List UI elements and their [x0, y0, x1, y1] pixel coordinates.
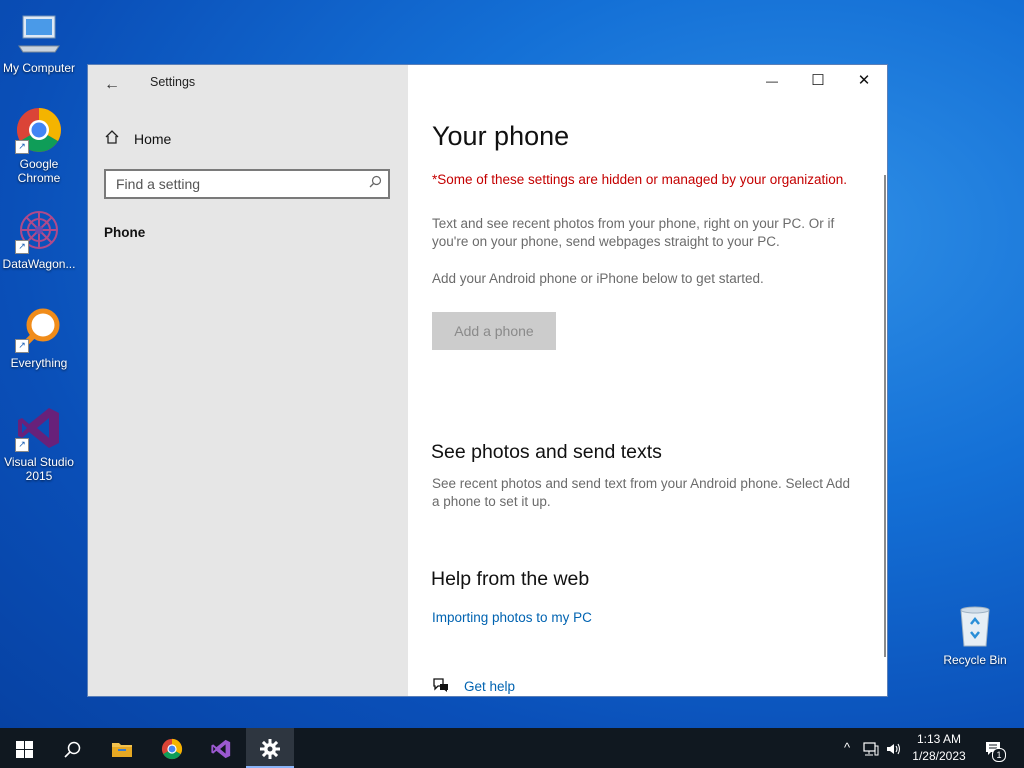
window-title: Settings: [150, 75, 196, 89]
intro-text: Text and see recent photos from your pho…: [432, 216, 835, 249]
chat-help-icon: [432, 677, 450, 696]
action-center-button[interactable]: 1: [980, 728, 1008, 768]
start-button[interactable]: [0, 728, 48, 768]
shortcut-arrow-icon: ↗: [15, 339, 29, 353]
search-input[interactable]: [106, 171, 376, 197]
importing-photos-link[interactable]: Importing photos to my PC: [432, 610, 592, 625]
taskbar: ^ 1:13 AM 1/28/2023 1: [0, 728, 1024, 768]
magnifier-icon: ↗: [15, 305, 63, 353]
desktop-icon-visual-studio[interactable]: ↗ Visual Studio 2015: [0, 404, 78, 483]
tray-chevron-up-icon[interactable]: ^: [838, 728, 856, 768]
chrome-icon: ↗: [15, 106, 63, 154]
back-arrow-icon: ←: [104, 76, 120, 93]
network-icon[interactable]: [860, 728, 882, 768]
taskbar-search-button[interactable]: [48, 728, 96, 768]
close-button[interactable]: ✕: [841, 65, 887, 97]
taskbar-file-explorer[interactable]: [98, 728, 146, 768]
minimize-icon: —: [766, 74, 778, 88]
sidebar-item-phone[interactable]: Phone: [104, 225, 145, 240]
visual-studio-icon: ↗: [15, 404, 63, 452]
volume-icon[interactable]: [884, 728, 904, 768]
desktop-icon-recycle-bin[interactable]: Recycle Bin: [936, 602, 1014, 667]
datawagon-icon: ↗: [15, 206, 63, 254]
clock-date: 1/28/2023: [912, 749, 966, 763]
section-photos-title: See photos and send texts: [431, 441, 662, 463]
settings-sidebar: ← Settings Home Phone: [88, 65, 408, 696]
taskbar-clock[interactable]: 1:13 AM 1/28/2023: [905, 731, 973, 765]
chrome-icon: [161, 738, 183, 760]
windows-logo-icon: [15, 738, 33, 758]
back-button[interactable]: ←: [100, 73, 124, 97]
taskbar-visual-studio[interactable]: [197, 728, 245, 768]
scrollbar[interactable]: [884, 175, 886, 657]
shortcut-arrow-icon: ↗: [15, 240, 29, 254]
desktop-icon-everything[interactable]: ↗ Everything: [0, 305, 78, 370]
add-phone-button[interactable]: Add a phone: [432, 312, 556, 350]
clock-time: 1:13 AM: [916, 732, 962, 746]
get-started-text: Add your Android phone or iPhone below t…: [432, 271, 764, 286]
sidebar-item-home[interactable]: Home: [104, 129, 171, 148]
computer-icon: [15, 10, 63, 58]
desktop-icon-google-chrome[interactable]: ↗ Google Chrome: [0, 106, 78, 185]
desktop-icon-datawagon[interactable]: ↗ DataWagon...: [0, 206, 78, 271]
shortcut-arrow-icon: ↗: [15, 140, 29, 154]
close-icon: ✕: [857, 72, 871, 89]
managed-notice: *Some of these settings are hidden or ma…: [432, 172, 848, 187]
folder-icon: [111, 738, 133, 758]
search-box: [104, 169, 390, 199]
taskbar-chrome[interactable]: [148, 728, 196, 768]
home-icon: [104, 129, 120, 148]
help-title: Help from the web: [431, 568, 590, 590]
shortcut-arrow-icon: ↗: [15, 438, 29, 452]
taskbar-settings[interactable]: [246, 728, 294, 768]
gear-icon: [260, 738, 280, 760]
settings-main: — ☐ ✕ Your phone *Some of these settings…: [408, 65, 887, 696]
settings-window: ← Settings Home Phone — ☐ ✕ Your phone *…: [87, 64, 888, 697]
recycle-bin-icon: [951, 602, 999, 650]
page-title: Your phone: [432, 121, 570, 151]
search-icon[interactable]: [369, 175, 382, 191]
maximize-icon: ☐: [811, 72, 825, 89]
search-icon: [63, 738, 81, 758]
desktop-icon-my-computer[interactable]: My Computer: [0, 10, 78, 75]
home-label: Home: [134, 130, 172, 147]
visual-studio-icon: [210, 738, 232, 759]
notification-count-badge: 1: [992, 748, 1006, 762]
section-photos-text: See recent photos and send text from you…: [432, 476, 851, 509]
get-help-link[interactable]: Get help: [432, 677, 515, 696]
get-help-label: Get help: [464, 679, 516, 694]
minimize-button[interactable]: —: [749, 65, 795, 97]
maximize-button[interactable]: ☐: [795, 65, 841, 97]
